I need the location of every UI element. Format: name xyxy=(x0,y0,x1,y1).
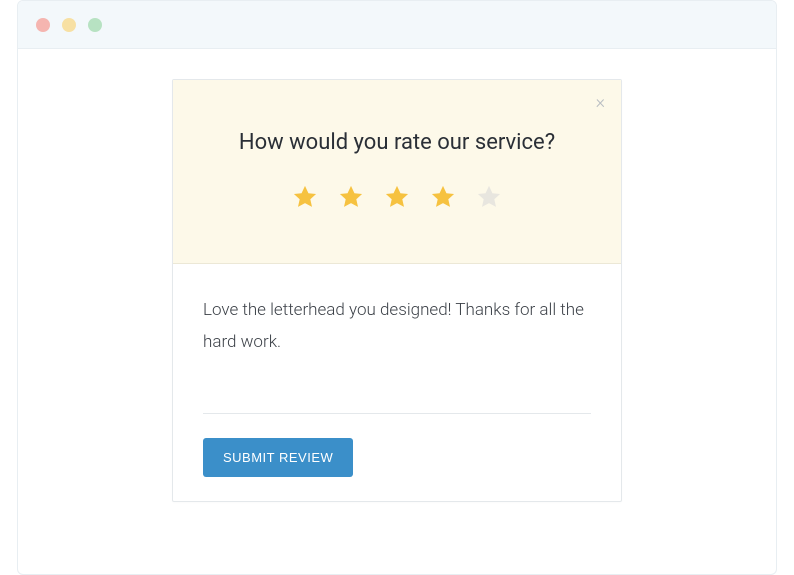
modal-header: × How would you rate our service? xyxy=(173,80,621,264)
window-maximize-dot[interactable] xyxy=(88,18,102,32)
star-filled-icon[interactable] xyxy=(337,183,365,211)
submit-review-button[interactable]: SUBMIT REVIEW xyxy=(203,438,353,477)
review-modal: × How would you rate our service? SUBMIT… xyxy=(172,79,622,502)
star-filled-icon[interactable] xyxy=(429,183,457,211)
star-filled-icon[interactable] xyxy=(291,183,319,211)
star-filled-icon[interactable] xyxy=(383,183,411,211)
close-icon[interactable]: × xyxy=(596,94,605,112)
window-minimize-dot[interactable] xyxy=(62,18,76,32)
content-area: × How would you rate our service? SUBMIT… xyxy=(18,49,776,502)
titlebar xyxy=(18,1,776,49)
star-empty-icon[interactable] xyxy=(475,183,503,211)
browser-window: × How would you rate our service? SUBMIT… xyxy=(17,0,777,575)
window-close-dot[interactable] xyxy=(36,18,50,32)
star-rating xyxy=(203,183,591,211)
review-textarea[interactable] xyxy=(203,294,591,414)
modal-title: How would you rate our service? xyxy=(203,130,591,155)
modal-body: SUBMIT REVIEW xyxy=(173,264,621,501)
